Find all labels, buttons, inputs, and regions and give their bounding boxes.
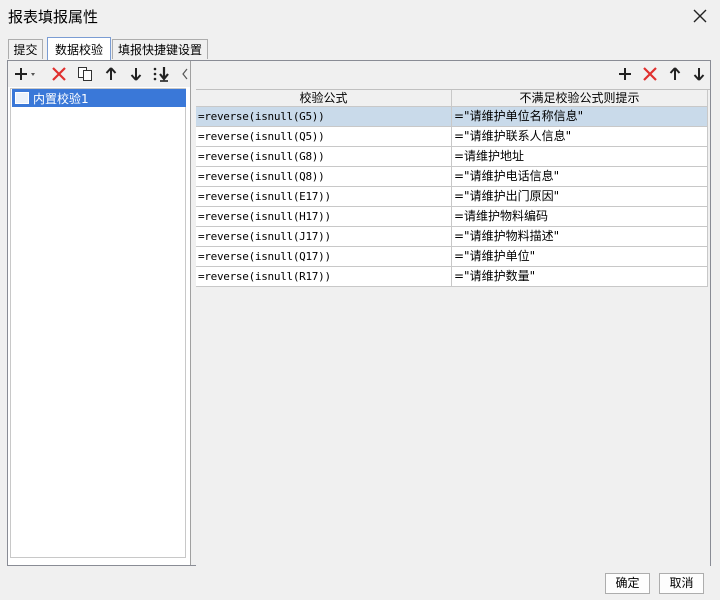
message-cell[interactable]: =请维护地址 bbox=[452, 147, 708, 167]
plus-dropdown-icon bbox=[15, 68, 35, 80]
message-cell[interactable]: ="请维护数量" bbox=[452, 267, 708, 287]
formula-cell[interactable]: =reverse(isnull(G8)) bbox=[196, 147, 452, 167]
tab-data-validation[interactable]: 数据校验 bbox=[47, 37, 111, 61]
table-row[interactable]: =reverse(isnull(Q17)) ="请维护单位" bbox=[196, 247, 708, 267]
message-cell[interactable]: ="请维护物料描述" bbox=[452, 227, 708, 247]
formula-table: 校验公式 不满足校验公式则提示 =reverse(isnull(G5)) ="请… bbox=[196, 89, 710, 566]
column-header-message[interactable]: 不满足校验公式则提示 bbox=[452, 90, 708, 107]
left-toolbar bbox=[8, 61, 190, 87]
ok-button[interactable]: 确定 bbox=[605, 573, 650, 594]
move-to-bottom-icon bbox=[153, 67, 169, 82]
formula-cell[interactable]: =reverse(isnull(J17)) bbox=[196, 227, 452, 247]
delete-button[interactable] bbox=[48, 64, 70, 84]
add-dropdown-button[interactable] bbox=[12, 64, 40, 84]
close-button[interactable] bbox=[686, 4, 714, 28]
title-bar: 报表填报属性 bbox=[0, 0, 720, 32]
tab-submit[interactable]: 提交 bbox=[8, 39, 43, 59]
formula-move-up-button[interactable] bbox=[664, 64, 686, 84]
formula-cell[interactable]: =reverse(isnull(E17)) bbox=[196, 187, 452, 207]
formula-cell[interactable]: =reverse(isnull(Q8)) bbox=[196, 167, 452, 187]
table-row[interactable]: =reverse(isnull(E17)) ="请维护出门原因" bbox=[196, 187, 708, 207]
chevron-left-icon bbox=[182, 68, 188, 80]
formula-cell[interactable]: =reverse(isnull(R17)) bbox=[196, 267, 452, 287]
formula-move-down-button[interactable] bbox=[688, 64, 710, 84]
arrow-up-icon bbox=[105, 67, 117, 80]
table-row[interactable]: =reverse(isnull(R17)) ="请维护数量" bbox=[196, 267, 708, 287]
move-up-button[interactable] bbox=[100, 64, 122, 84]
formula-pane: 校验公式 不满足校验公式则提示 =reverse(isnull(G5)) ="请… bbox=[196, 61, 710, 566]
cancel-button[interactable]: 取消 bbox=[659, 573, 704, 594]
table-row[interactable]: =reverse(isnull(J17)) ="请维护物料描述" bbox=[196, 227, 708, 247]
message-cell[interactable]: ="请维护电话信息" bbox=[452, 167, 708, 187]
tab-content-panel: 内置校验1 校验公式 不满足校验公式则提示 =reverse(isnull(G5… bbox=[7, 60, 711, 566]
table-row[interactable]: =reverse(isnull(G8)) =请维护地址 bbox=[196, 147, 708, 167]
formula-cell[interactable]: =reverse(isnull(Q5)) bbox=[196, 127, 452, 147]
move-down-button[interactable] bbox=[125, 64, 147, 84]
arrow-up-icon bbox=[669, 67, 681, 80]
message-cell[interactable]: ="请维护单位名称信息" bbox=[452, 107, 708, 127]
formula-cell[interactable]: =reverse(isnull(Q17)) bbox=[196, 247, 452, 267]
plus-icon bbox=[619, 68, 631, 80]
message-cell[interactable]: ="请维护单位" bbox=[452, 247, 708, 267]
tree-item-label: 内置校验1 bbox=[33, 91, 89, 106]
toolbar-scroll-left[interactable] bbox=[180, 64, 190, 84]
message-cell[interactable]: ="请维护出门原因" bbox=[452, 187, 708, 207]
validation-list-pane: 内置校验1 bbox=[8, 61, 191, 565]
add-formula-button[interactable] bbox=[614, 64, 636, 84]
table-row[interactable]: =reverse(isnull(Q8)) ="请维护电话信息" bbox=[196, 167, 708, 187]
table-row[interactable]: =reverse(isnull(H17)) =请维护物料编码 bbox=[196, 207, 708, 227]
tree-item-builtin-validation[interactable]: 内置校验1 bbox=[12, 89, 186, 107]
arrow-down-icon bbox=[693, 68, 705, 81]
tab-shortcut-settings[interactable]: 填报快捷键设置 bbox=[112, 39, 208, 59]
formula-cell[interactable]: =reverse(isnull(H17)) bbox=[196, 207, 452, 227]
message-cell[interactable]: =请维护物料编码 bbox=[452, 207, 708, 227]
copy-icon bbox=[78, 67, 92, 81]
close-icon bbox=[693, 9, 707, 23]
delete-formula-button[interactable] bbox=[639, 64, 661, 84]
window-title: 报表填报属性 bbox=[8, 8, 99, 26]
copy-button[interactable] bbox=[74, 64, 96, 84]
arrow-down-icon bbox=[130, 68, 142, 81]
delete-x-icon bbox=[643, 67, 657, 81]
validation-item-icon bbox=[15, 92, 29, 104]
table-row[interactable]: =reverse(isnull(G5)) ="请维护单位名称信息" bbox=[196, 107, 708, 127]
column-header-formula[interactable]: 校验公式 bbox=[196, 90, 452, 107]
validation-tree: 内置校验1 bbox=[10, 88, 186, 558]
move-bottom-button[interactable] bbox=[151, 64, 173, 84]
right-toolbar bbox=[196, 61, 710, 87]
formula-cell[interactable]: =reverse(isnull(G5)) bbox=[196, 107, 452, 127]
delete-x-icon bbox=[52, 67, 66, 81]
message-cell[interactable]: ="请维护联系人信息" bbox=[452, 127, 708, 147]
table-row[interactable]: =reverse(isnull(Q5)) ="请维护联系人信息" bbox=[196, 127, 708, 147]
